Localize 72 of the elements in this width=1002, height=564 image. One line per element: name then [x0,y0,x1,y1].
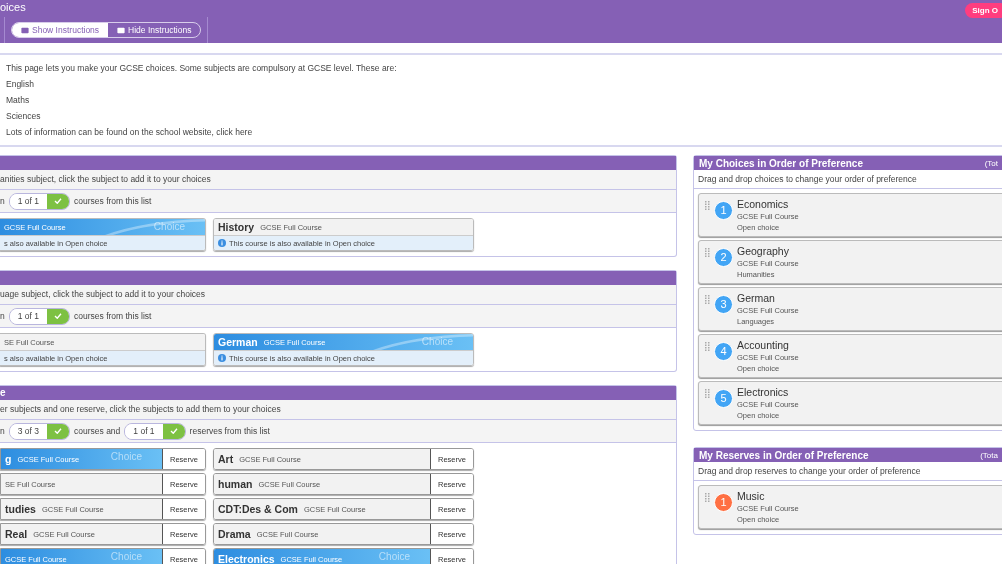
compulsory-subject: English [6,78,35,91]
rank-badge: 5 [714,389,733,408]
compulsory-subject: Maths [6,94,31,107]
subject-name: Accounting [737,339,790,352]
swoosh-icon [373,334,473,350]
course-name: human [218,478,253,490]
check-icon [54,313,62,319]
course-name: Drama [218,528,251,540]
course-name: CDT:Des & Com [218,503,298,515]
choice-label: Choice [110,451,142,462]
subject-name: German [737,292,776,305]
course-name: Electronics [218,553,275,564]
compulsory-subject: Sciences [6,110,42,123]
drag-handle-icon[interactable] [705,295,710,304]
course-name: g [5,453,12,465]
screen-icon [21,26,29,34]
section-title: e [0,387,6,398]
panel-title: My Choices in Order of Preference [699,157,863,169]
check-icon [54,198,62,204]
choice-label: Choice [153,221,185,232]
rank-badge: 1 [714,201,733,220]
screen-icon [117,26,126,34]
counter-text: courses from this list [74,311,152,321]
counter-text: n [0,426,5,436]
subject-name: Music [737,490,766,503]
choice-label: Choice [378,551,410,562]
subject-name: Geography [737,245,790,258]
count-pill: 3 of 3 [8,422,70,440]
info-icon [218,239,226,247]
count-pill: 1 of 1 [124,422,186,440]
section-prompt: anities subject, click the subject to add it to your choices [0,174,211,184]
section-prompt: er subjects and one reserve, click the subjects to add them to your choices [0,404,281,414]
course-name: Art [218,453,234,465]
panel-title: My Reserves in Order of Preference [699,449,869,461]
drag-handle-icon[interactable] [705,493,710,502]
choice-label: Choice [110,551,142,562]
drag-handle-icon[interactable] [705,342,710,351]
panel-hint: Drag and drop reserves to change your order of preference [698,466,921,476]
subject-name: Economics [737,198,790,211]
drag-handle-icon[interactable] [705,389,710,398]
count-pill: 1 of 1 [8,307,70,325]
drag-handle-icon[interactable] [705,201,710,210]
check-icon [54,428,62,434]
counter-text: n [0,311,5,321]
panel-hint: Drag and drop choices to change your order of preference [698,174,917,184]
rank-badge: 1 [714,493,733,512]
check-icon [169,428,178,434]
swoosh-icon [105,219,205,235]
counter-text: n [0,196,5,206]
toggle-button[interactable]: Hide Instructions [108,23,201,37]
course-name: tudies [5,503,36,515]
counter-text: reserves from this list [189,426,270,436]
course-name: Real [5,528,28,540]
panel-total: (Tot [984,158,998,168]
counter-text: courses from this list [74,196,152,206]
course-name: History [218,221,255,233]
info-icon [218,354,226,362]
instructions-text: This page lets you make your GCSE choices. Some subjects are compulsory at GCSE level. These are: [6,62,398,75]
page-title: oices [0,0,26,15]
choice-label: Choice [421,336,453,347]
subject-name: Electronics [737,386,790,399]
panel-total: (Tota [980,450,998,460]
counter-text: courses and [74,426,121,436]
count-pill: 1 of 1 [8,192,70,210]
rank-badge: 4 [714,342,733,361]
rank-badge: 2 [714,248,733,267]
section-prompt: uage subject, click the subject to add it to your choices [0,289,206,299]
instructions-text: Lots of information can be found on the school website, click here [6,126,254,139]
drag-handle-icon[interactable] [705,248,710,257]
toggle-button[interactable]: Show Instructions [12,23,109,37]
rank-badge: 3 [714,295,733,314]
course-name: German [218,336,258,348]
